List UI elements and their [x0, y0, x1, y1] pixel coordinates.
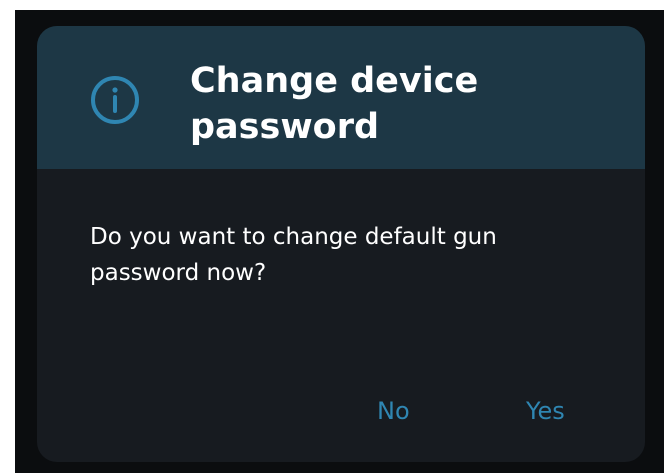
yes-button[interactable]: Yes: [518, 391, 573, 431]
screen-background: Change device password Do you want to ch…: [15, 10, 664, 473]
change-password-dialog: Change device password Do you want to ch…: [37, 26, 645, 462]
info-icon: [91, 76, 139, 124]
dialog-message: Do you want to change default gun passwo…: [90, 224, 497, 286]
no-button[interactable]: No: [369, 391, 418, 431]
dialog-header: Change device password: [37, 26, 645, 169]
dialog-title: Change device password: [190, 61, 479, 147]
